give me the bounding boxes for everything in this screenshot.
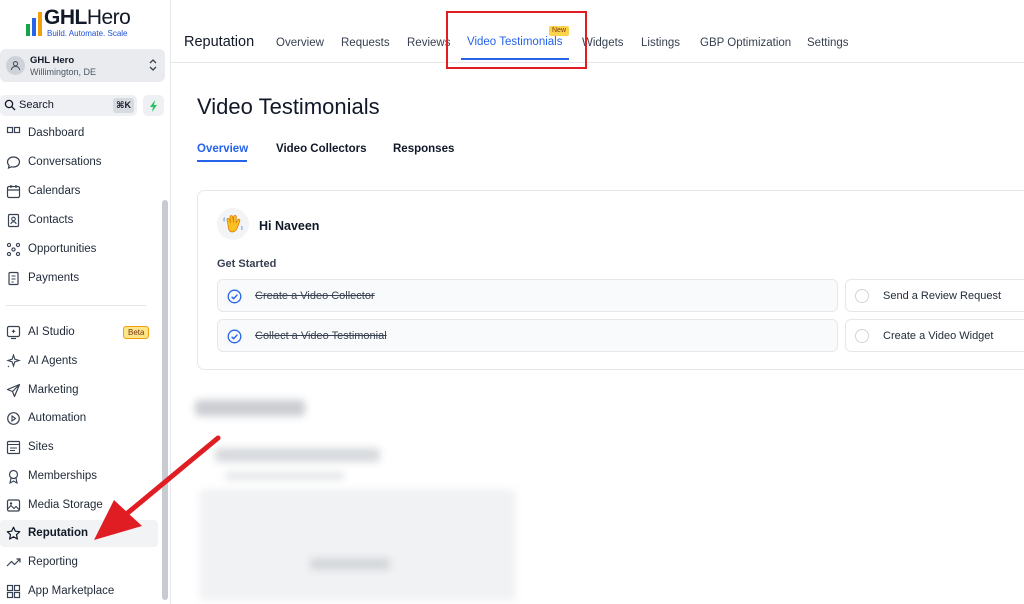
image-icon [6,499,21,512]
tab-reviews[interactable]: Reviews [407,37,450,49]
sidebar: GHLHero Build. Automate. Scale GHL Hero … [0,0,171,604]
sidebar-item-automation[interactable]: Automation [0,405,158,432]
send-icon [6,383,21,398]
subtab-video-collectors[interactable]: Video Collectors [276,143,367,155]
subtab-indicator [197,160,247,162]
waving-hand-icon [217,208,249,240]
brand-logo[interactable]: GHLHero Build. Automate. Scale [26,6,146,42]
trend-icon [6,558,21,567]
tab-widgets[interactable]: Widgets [582,37,624,49]
greeting: Hi Naveen [259,219,320,233]
sparkle-icon [6,354,21,368]
sidebar-item-marketing[interactable]: Marketing [0,377,158,404]
lightning-icon [149,99,157,112]
sidebar-item-conversations[interactable]: Conversations [0,149,158,176]
brand-tagline: Build. Automate. Scale [47,29,128,38]
sidebar-item-payments[interactable]: Payments [0,265,158,292]
sidebar-item-reporting[interactable]: Reporting [0,549,158,576]
calendar-icon [6,185,21,199]
search-label: Search [19,99,54,111]
tab-listings[interactable]: Listings [641,37,680,49]
account-switcher[interactable]: GHL Hero Willimington, DE [0,49,165,82]
account-location: Willimington, DE [30,67,97,77]
sidebar-item-ai-agents[interactable]: AI Agents [0,348,158,375]
sidebar-item-sites[interactable]: Sites [0,434,158,461]
task-create-video-widget[interactable]: Create a Video Widget [845,319,1024,352]
tab-settings[interactable]: Settings [807,37,849,49]
tab-requests[interactable]: Requests [341,37,390,49]
sidebar-item-app-marketplace[interactable]: App Marketplace [0,578,158,604]
sidebar-scrollbar[interactable] [162,200,168,600]
sidebar-item-opportunities[interactable]: Opportunities [0,236,158,263]
opportunities-icon [6,242,21,257]
subtab-overview[interactable]: Overview [197,143,248,155]
check-circle-icon [227,329,242,344]
automation-icon [7,412,20,425]
blurred-content [185,390,545,604]
ai-studio-icon [6,325,21,340]
brand-name: GHLHero [44,6,131,29]
search-icon [4,99,16,111]
subtab-responses[interactable]: Responses [393,143,454,155]
chevron-updown-icon [149,59,157,71]
tab-overview[interactable]: Overview [276,37,324,49]
page-title: Video Testimonials [197,94,380,119]
chat-bubble-icon [6,156,21,169]
get-started-label: Get Started [217,258,277,270]
top-nav: Reputation Overview Requests Reviews Vid… [171,0,1024,63]
search-button[interactable]: Search ⌘K [0,95,137,116]
task-collect-video-testimonial[interactable]: Collect a Video Testimonial [217,319,838,352]
logo-bars-icon [26,12,42,36]
tab-gbp-optimization[interactable]: GBP Optimization [700,37,791,49]
badge-icon [8,469,19,484]
sidebar-item-memberships[interactable]: Memberships [0,463,158,490]
star-icon [6,526,21,540]
check-circle-icon [227,289,242,304]
section-title: Reputation [184,34,255,50]
sidebar-item-contacts[interactable]: Contacts [0,207,158,234]
sites-icon [6,440,21,455]
empty-circle-icon [855,329,869,343]
sidebar-item-calendars[interactable]: Calendars [0,178,158,205]
sidebar-item-dashboard[interactable]: Dashboard [0,126,158,147]
payments-icon [8,271,19,286]
sidebar-item-media-storage[interactable]: Media Storage [0,492,158,519]
sidebar-nav: Dashboard Conversations Calendars Contac… [0,126,160,604]
search-shortcut: ⌘K [113,98,134,113]
task-create-video-collector[interactable]: Create a Video Collector [217,279,838,312]
sidebar-item-ai-studio[interactable]: AI Studio Beta [0,319,158,346]
contacts-icon [7,213,20,228]
user-avatar-icon [6,56,25,75]
sidebar-divider [6,305,146,306]
highlight-box [446,11,587,69]
beta-badge: Beta [123,326,150,339]
sidebar-item-reputation[interactable]: Reputation [0,520,158,547]
dashboard-icon [6,126,21,134]
grid-icon [6,584,21,599]
quick-action-button[interactable] [143,95,164,116]
task-send-review-request[interactable]: Send a Review Request [845,279,1024,312]
get-started-card: Hi Naveen Get Started Create a Video Col… [197,190,1024,370]
account-name: GHL Hero [30,55,75,66]
empty-circle-icon [855,289,869,303]
